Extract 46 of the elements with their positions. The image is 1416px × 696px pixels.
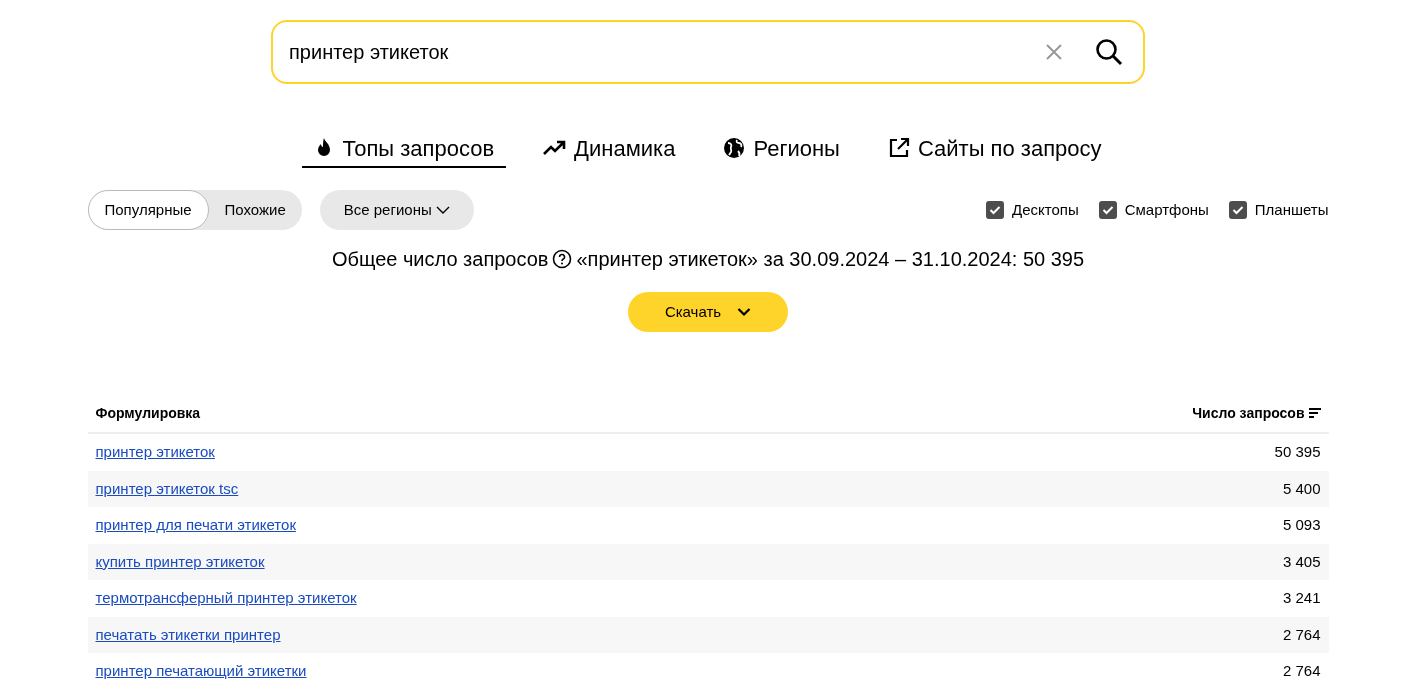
query-count: 50 395 [1274,442,1321,462]
segment-option[interactable]: Похожие [208,190,302,230]
query-count: 2 764 [1282,624,1321,645]
globe-icon [723,137,746,159]
checkbox[interactable] [986,201,1004,219]
search-input[interactable]: принтер этикеток [289,37,1045,67]
total-label: Общее число запросов [331,247,549,272]
checkbox-label: Десктопы [1012,199,1079,220]
query-link[interactable]: термотрансферный принтер этикеток [95,587,357,610]
sort-icon [1308,408,1321,418]
query-link[interactable]: принтер этикеток tsc [95,477,239,500]
external-link-icon [887,137,910,159]
query-link[interactable]: принтер печатающий этикетки [95,660,307,683]
trend-up-icon [542,139,567,157]
segment-option[interactable]: Популярные [87,190,209,230]
query-link[interactable]: принтер этикеток [95,441,215,464]
sort-column-header[interactable]: Число запросов [1192,402,1321,424]
query-count: 3 405 [1282,551,1321,572]
nav-tab[interactable]: Сайты по запросу [875,130,1114,168]
query-link[interactable]: купить принтер этикеток [95,550,265,573]
region-dropdown[interactable]: Все регионы [319,190,474,230]
checkbox[interactable] [1098,201,1117,219]
search-icon[interactable] [1095,38,1123,66]
checkmark-icon [1101,205,1114,215]
checkmark-icon [989,205,1001,215]
help-icon[interactable] [552,249,573,269]
nav-tab[interactable]: Регионы [711,130,852,168]
checkbox[interactable] [1228,201,1247,219]
checkmark-icon [1231,205,1244,215]
checkbox-label: Планшеты [1254,199,1329,220]
query-count: 3 241 [1282,588,1321,608]
download-button[interactable]: Скачать [628,292,788,332]
chevron-down-icon [435,205,450,215]
query-link[interactable]: печатать этикетки принтер [95,623,281,646]
close-icon[interactable] [1045,43,1063,61]
column-header: Формулировка [95,403,201,423]
query-count: 5 093 [1282,515,1321,535]
query-link[interactable]: принтер для печати этикеток [95,514,296,537]
checkbox-label: Смартфоны [1124,199,1209,220]
nav-tab[interactable]: Динамика [530,130,688,168]
search-field[interactable]: принтер этикеток [271,20,1145,84]
query-count: 5 400 [1282,478,1321,499]
nav-tab[interactable]: Топы запросов [302,130,507,168]
chevron-down-icon [737,307,752,317]
query-count: 2 764 [1282,661,1321,681]
total-text: «принтер этикеток» за 30.09.2024 – 31.10.2024: 50 395 [576,247,1085,272]
